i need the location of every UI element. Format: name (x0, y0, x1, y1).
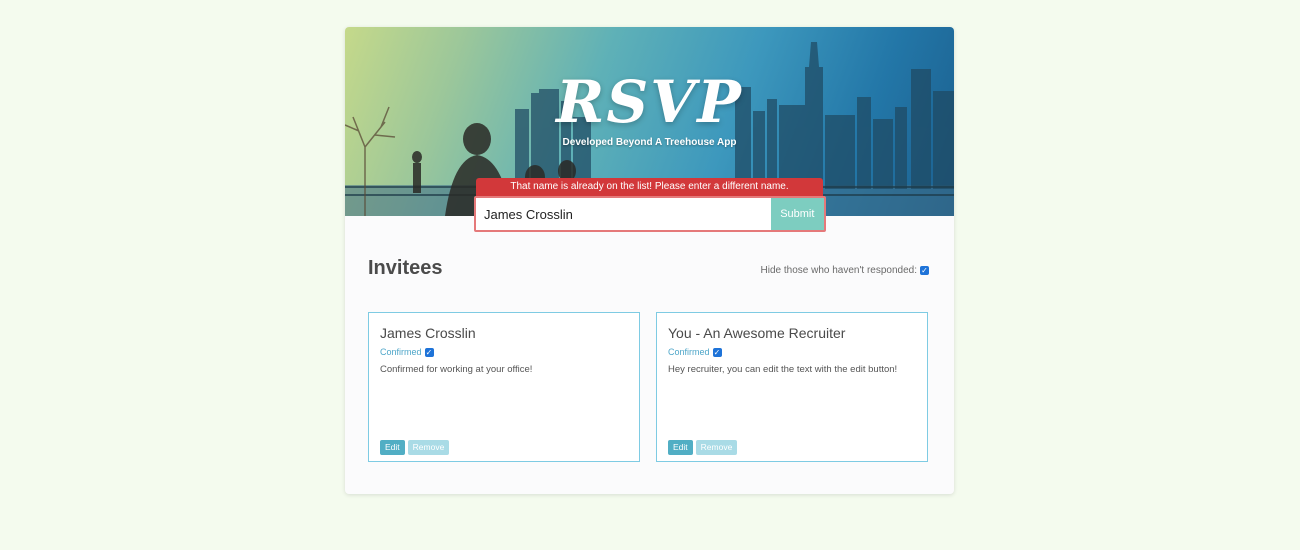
remove-button[interactable]: Remove (407, 440, 450, 455)
filter-checkbox[interactable]: ✓ (920, 266, 929, 275)
invitee-note: Confirmed for working at your office! (380, 364, 533, 375)
submit-button[interactable]: Submit (770, 198, 824, 230)
invitee-note: Hey recruiter, you can edit the text wit… (668, 364, 898, 375)
card-actions: Edit Remove (668, 440, 738, 455)
invitee-name: You - An Awesome Recruiter (668, 325, 846, 341)
invitee-card: You - An Awesome Recruiter Confirmed ✓ H… (656, 312, 928, 462)
card-actions: Edit Remove (380, 440, 450, 455)
confirmed-toggle[interactable]: Confirmed ✓ (668, 347, 722, 357)
logo-text: RSVP (556, 68, 743, 136)
invitee-card: James Crosslin Confirmed ✓ Confirmed for… (368, 312, 640, 462)
hide-unresponded-filter[interactable]: Hide those who haven't responded: ✓ (761, 265, 929, 276)
rsvp-app: RSVP Developed Beyond A Treehouse App Th… (345, 27, 954, 494)
filter-label: Hide those who haven't responded: (760, 265, 917, 276)
edit-button[interactable]: Edit (380, 440, 405, 455)
confirmed-checkbox[interactable]: ✓ (712, 347, 722, 357)
invitee-name: James Crosslin (380, 325, 476, 341)
confirmed-label: Confirmed (668, 347, 710, 357)
confirmed-toggle[interactable]: Confirmed ✓ (380, 347, 434, 357)
error-message: That name is already on the list! Please… (476, 178, 823, 196)
confirmed-label: Confirmed (380, 347, 422, 357)
tagline: Developed Beyond A Treehouse App (562, 137, 737, 148)
edit-button[interactable]: Edit (668, 440, 693, 455)
remove-button[interactable]: Remove (695, 440, 738, 455)
invitees-title: Invitees (368, 257, 443, 279)
name-input[interactable] (476, 198, 771, 230)
confirmed-checkbox[interactable]: ✓ (424, 347, 434, 357)
registration-form: Submit (474, 196, 826, 232)
